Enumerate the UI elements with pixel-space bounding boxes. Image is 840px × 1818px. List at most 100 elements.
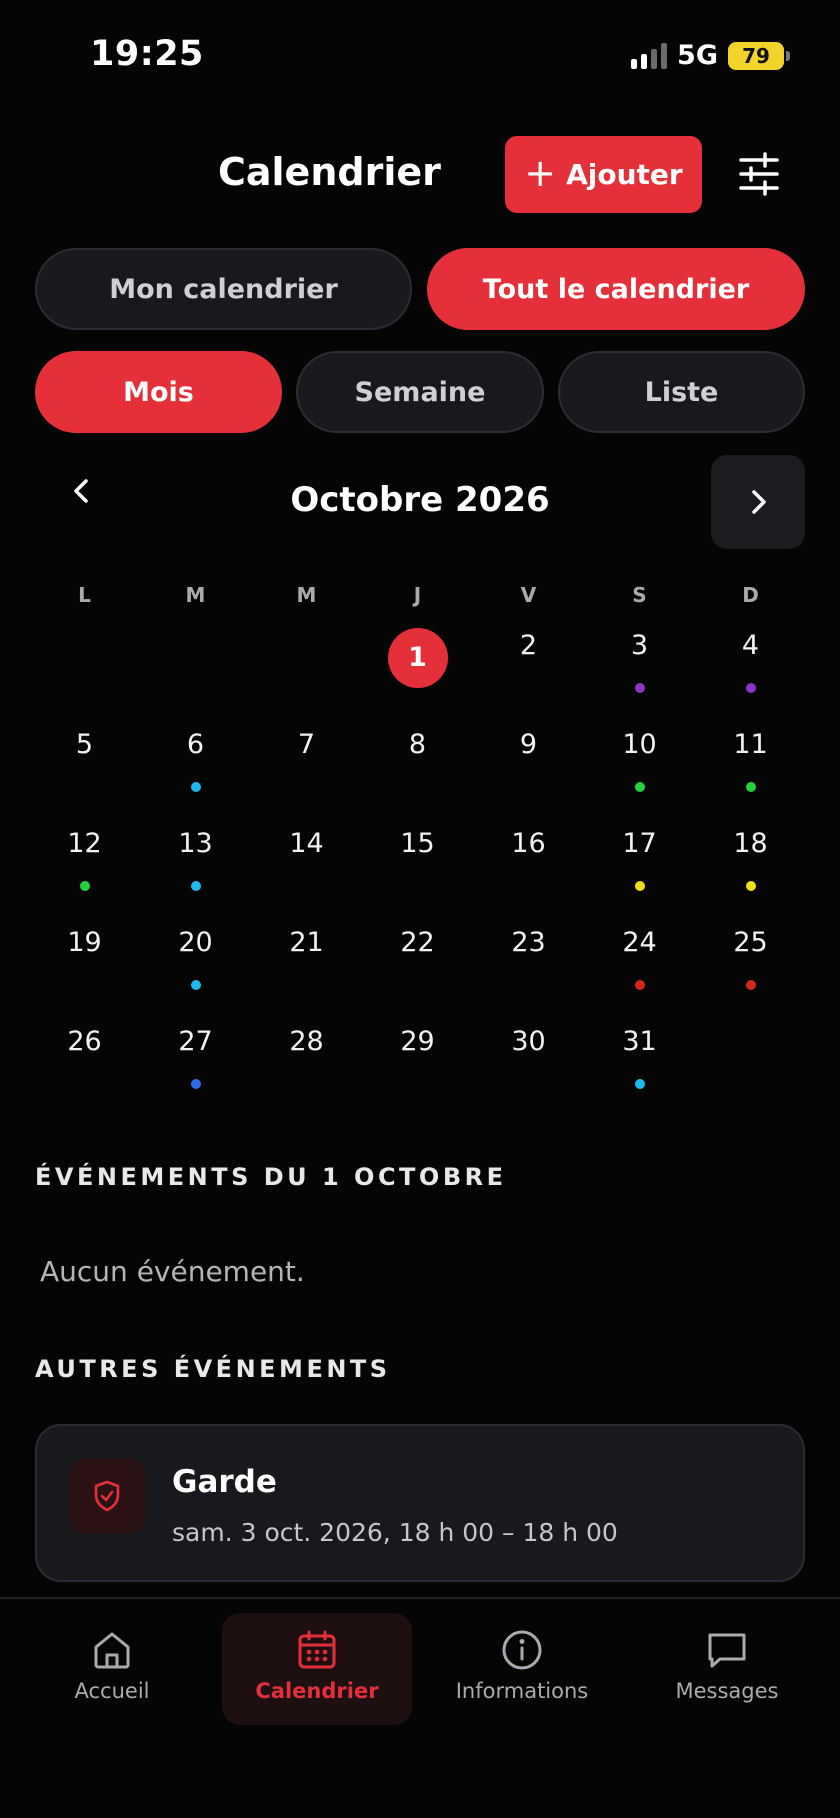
day-number: 8	[408, 729, 427, 760]
day-number: 18	[733, 828, 768, 859]
weekday-label: S	[632, 583, 647, 607]
next-month-button[interactable]	[711, 455, 805, 549]
event-dot	[745, 980, 756, 990]
day-number: 6	[186, 729, 205, 760]
event-dot	[190, 980, 201, 990]
day-number: 20	[178, 927, 213, 958]
tab-label: Semaine	[354, 376, 486, 408]
calendar-icon	[298, 1630, 336, 1669]
day-number: 14	[289, 828, 324, 859]
day-number: 5	[75, 729, 94, 760]
previous-month-button[interactable]	[56, 465, 108, 517]
day-number: 24	[622, 927, 657, 958]
day-number: 12	[67, 828, 102, 859]
day-number: 25	[733, 927, 768, 958]
weekday-label: M	[296, 583, 317, 607]
day-number: 29	[400, 1026, 435, 1057]
add-button[interactable]: + Ajouter	[505, 136, 702, 213]
nav-accueil[interactable]: Accueil	[17, 1613, 207, 1725]
day-number: 7	[297, 729, 316, 760]
day-number: 4	[741, 630, 760, 661]
day-cell-30[interactable]: 30	[473, 1026, 584, 1125]
day-cell-29[interactable]: 29	[362, 1026, 473, 1125]
event-dot	[745, 683, 756, 693]
weekday-header: LMMJVSD	[29, 583, 806, 607]
tab-label: Mois	[123, 376, 194, 408]
day-number: 27	[178, 1026, 213, 1057]
plus-icon: +	[524, 150, 557, 195]
day-number: 11	[733, 729, 768, 760]
event-dot	[745, 782, 756, 792]
filter-button[interactable]	[735, 150, 783, 198]
day-cell-31[interactable]: 31	[584, 1026, 695, 1125]
network-label: 5G	[677, 40, 718, 71]
event-dot	[190, 1079, 201, 1089]
day-cell-26[interactable]: 26	[29, 1026, 140, 1125]
event-dot	[79, 881, 90, 891]
battery-icon: 79	[728, 41, 790, 70]
event-dot	[634, 683, 645, 693]
day-number: 16	[511, 828, 546, 859]
day-number: 1	[387, 628, 448, 688]
tab-mois[interactable]: Mois	[35, 351, 282, 433]
tab-label: Tout le calendrier	[482, 273, 750, 305]
no-events-text: Aucun événement.	[40, 1255, 305, 1288]
sliders-icon	[739, 152, 779, 196]
day-number: 30	[511, 1026, 546, 1057]
event-title: Garde	[172, 1464, 277, 1500]
event-card[interactable]: Garde sam. 3 oct. 2026, 18 h 00 – 18 h 0…	[35, 1424, 805, 1582]
event-dot	[190, 782, 201, 792]
page-title: Calendrier	[218, 150, 441, 194]
nav-messages[interactable]: Messages	[632, 1613, 822, 1725]
day-number: 13	[178, 828, 213, 859]
tab-label: Mon calendrier	[109, 273, 338, 305]
day-number: 9	[519, 729, 538, 760]
day-number: 15	[400, 828, 435, 859]
event-icon-container	[69, 1458, 145, 1534]
day-number: 31	[622, 1026, 657, 1057]
weekday-label: L	[78, 583, 91, 607]
weekday-label: D	[742, 583, 759, 607]
event-dot	[634, 980, 645, 990]
nav-label: Informations	[455, 1679, 589, 1703]
nav-label: Calendrier	[255, 1679, 379, 1703]
tab-mon-calendrier[interactable]: Mon calendrier	[35, 248, 412, 330]
status-time: 19:25	[90, 34, 204, 74]
weekday-label: M	[185, 583, 206, 607]
day-events-title: ÉVÉNEMENTS DU 1 OCTOBRE	[35, 1163, 507, 1191]
day-cell-25[interactable]: 25	[695, 927, 806, 1026]
day-number: 21	[289, 927, 324, 958]
day-number: 23	[511, 927, 546, 958]
day-number: 22	[400, 927, 435, 958]
message-icon	[708, 1633, 746, 1668]
info-icon	[502, 1630, 542, 1670]
battery-level: 79	[742, 43, 770, 68]
home-icon	[94, 1632, 130, 1669]
nav-calendrier[interactable]: Calendrier	[222, 1613, 412, 1725]
tab-semaine[interactable]: Semaine	[296, 351, 544, 433]
add-button-label: Ajouter	[566, 158, 683, 191]
nav-informations[interactable]: Informations	[427, 1613, 617, 1725]
calendar-grid: 1 2 3 4 5 6 7 8 9 10 11 12 13 14 15 16 17 18 19 20 21 22 23 24 2…	[29, 628, 806, 1125]
day-cell-28[interactable]: 28	[251, 1026, 362, 1125]
nav-label: Accueil	[74, 1679, 150, 1703]
tab-tout-le-calendrier[interactable]: Tout le calendrier	[427, 248, 805, 330]
day-cell-27[interactable]: 27	[140, 1026, 251, 1125]
day-number: 28	[289, 1026, 324, 1057]
day-number: 26	[67, 1026, 102, 1057]
bottom-nav: Accueil Calendrier Informations Messages	[0, 1597, 840, 1818]
weekday-label: V	[520, 583, 537, 607]
chevron-left-icon	[74, 479, 88, 503]
weekday-label: J	[413, 583, 422, 607]
signal-icon	[631, 42, 668, 69]
event-dot	[634, 782, 645, 792]
event-datetime: sam. 3 oct. 2026, 18 h 00 – 18 h 00	[172, 1518, 618, 1547]
day-number: 10	[622, 729, 657, 760]
shield-check-icon	[94, 1480, 120, 1512]
event-dot	[634, 1079, 645, 1089]
event-dot	[190, 881, 201, 891]
tab-liste[interactable]: Liste	[558, 351, 805, 433]
month-title: Octobre 2026	[290, 480, 550, 520]
chevron-right-icon	[752, 490, 766, 514]
day-number: 17	[622, 828, 657, 859]
